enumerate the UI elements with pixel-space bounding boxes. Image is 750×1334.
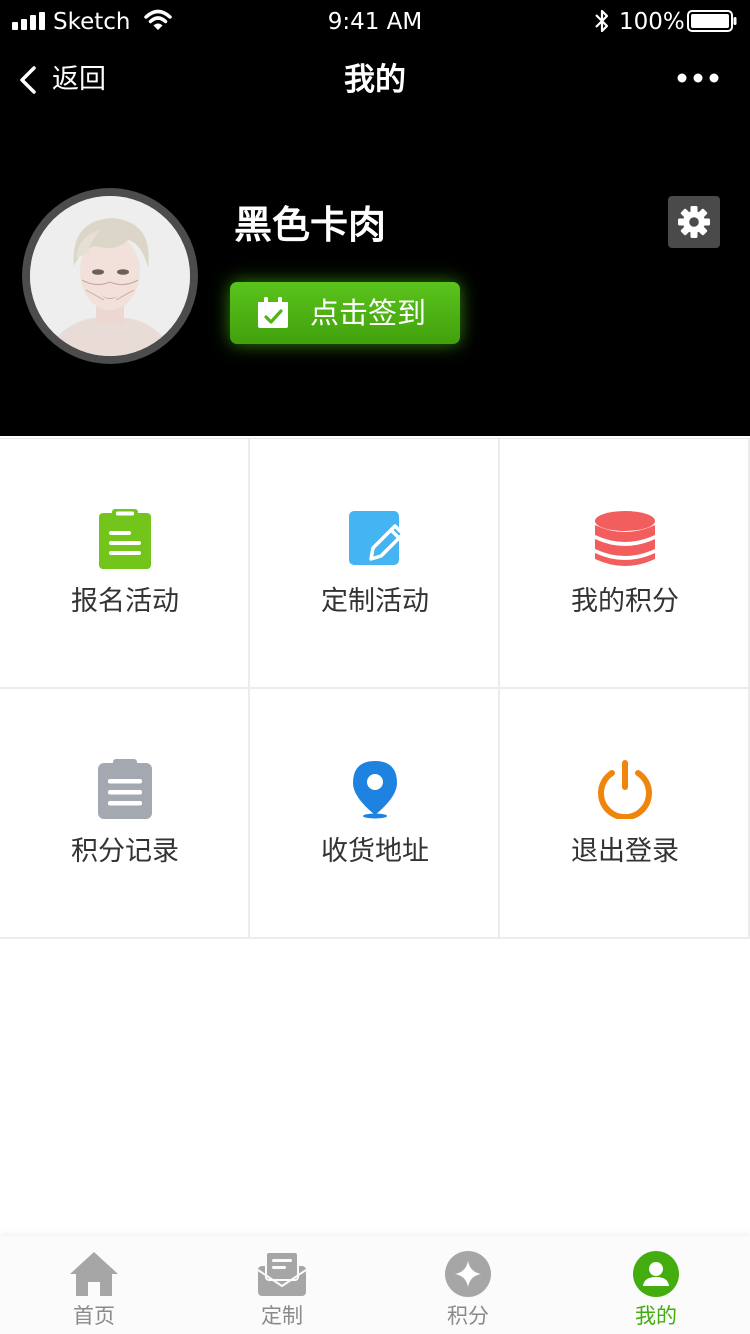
menu-label: 积分记录 — [71, 836, 179, 867]
menu-item-my-points[interactable]: 我的积分 — [500, 439, 750, 689]
home-icon — [70, 1252, 118, 1296]
menu-label: 定制活动 — [321, 586, 429, 617]
menu-item-points-record[interactable]: 积分记录 — [0, 689, 250, 939]
tab-label: 首页 — [73, 1304, 115, 1328]
nav-bar: 返回 我的 — [0, 44, 750, 116]
clipboard-icon — [99, 509, 151, 569]
tab-label: 积分 — [447, 1304, 489, 1328]
avatar[interactable] — [22, 188, 198, 364]
menu-item-logout[interactable]: 退出登录 — [500, 689, 750, 939]
user-icon — [633, 1251, 679, 1297]
profile-header: Sketch 9:41 AM 100% 返回 我的 黑色卡肉 点击签到 — [0, 0, 750, 436]
location-pin-icon — [353, 761, 397, 819]
battery-percent: 100% — [619, 9, 685, 35]
tab-bar: 首页 定制 积分 我的 — [0, 1236, 750, 1334]
portrait-illustration — [30, 196, 190, 356]
more-dots-icon[interactable] — [676, 68, 720, 88]
settings-button[interactable] — [668, 196, 720, 248]
page-title: 我的 — [344, 62, 406, 98]
power-icon — [598, 760, 652, 819]
tab-label: 我的 — [635, 1304, 677, 1328]
checkin-label: 点击签到 — [310, 296, 427, 330]
tab-mine[interactable]: 我的 — [562, 1236, 750, 1334]
menu-label: 报名活动 — [71, 586, 179, 617]
menu-label: 我的积分 — [571, 586, 679, 617]
avatar-photo — [30, 196, 190, 356]
diamond-icon — [445, 1251, 491, 1297]
edit-icon — [349, 511, 405, 565]
gear-icon — [678, 206, 710, 238]
status-bar: Sketch 9:41 AM 100% — [0, 0, 750, 44]
database-icon — [595, 511, 655, 566]
checkin-button[interactable]: 点击签到 — [230, 282, 460, 344]
menu-label: 收货地址 — [321, 836, 429, 867]
profile-screen: Sketch 9:41 AM 100% 返回 我的 黑色卡肉 点击签到 报名活动… — [0, 0, 750, 1334]
menu-item-signup-activity[interactable]: 报名活动 — [0, 439, 250, 689]
record-icon — [98, 759, 152, 819]
menu-item-custom-activity[interactable]: 定制活动 — [250, 439, 500, 689]
user-name: 黑色卡肉 — [234, 203, 387, 247]
tab-home[interactable]: 首页 — [0, 1236, 188, 1334]
battery-icon — [687, 10, 737, 32]
menu-label: 退出登录 — [571, 836, 679, 867]
tab-points[interactable]: 积分 — [374, 1236, 562, 1334]
menu-grid: 报名活动 定制活动 我的积分 积分记录 收货地址 退出登录 — [0, 438, 750, 941]
mail-icon — [257, 1251, 307, 1296]
tab-label: 定制 — [261, 1304, 303, 1328]
tab-custom[interactable]: 定制 — [188, 1236, 376, 1334]
bluetooth-icon — [595, 9, 609, 33]
menu-item-shipping-address[interactable]: 收货地址 — [250, 689, 500, 939]
calendar-check-icon — [258, 297, 288, 328]
